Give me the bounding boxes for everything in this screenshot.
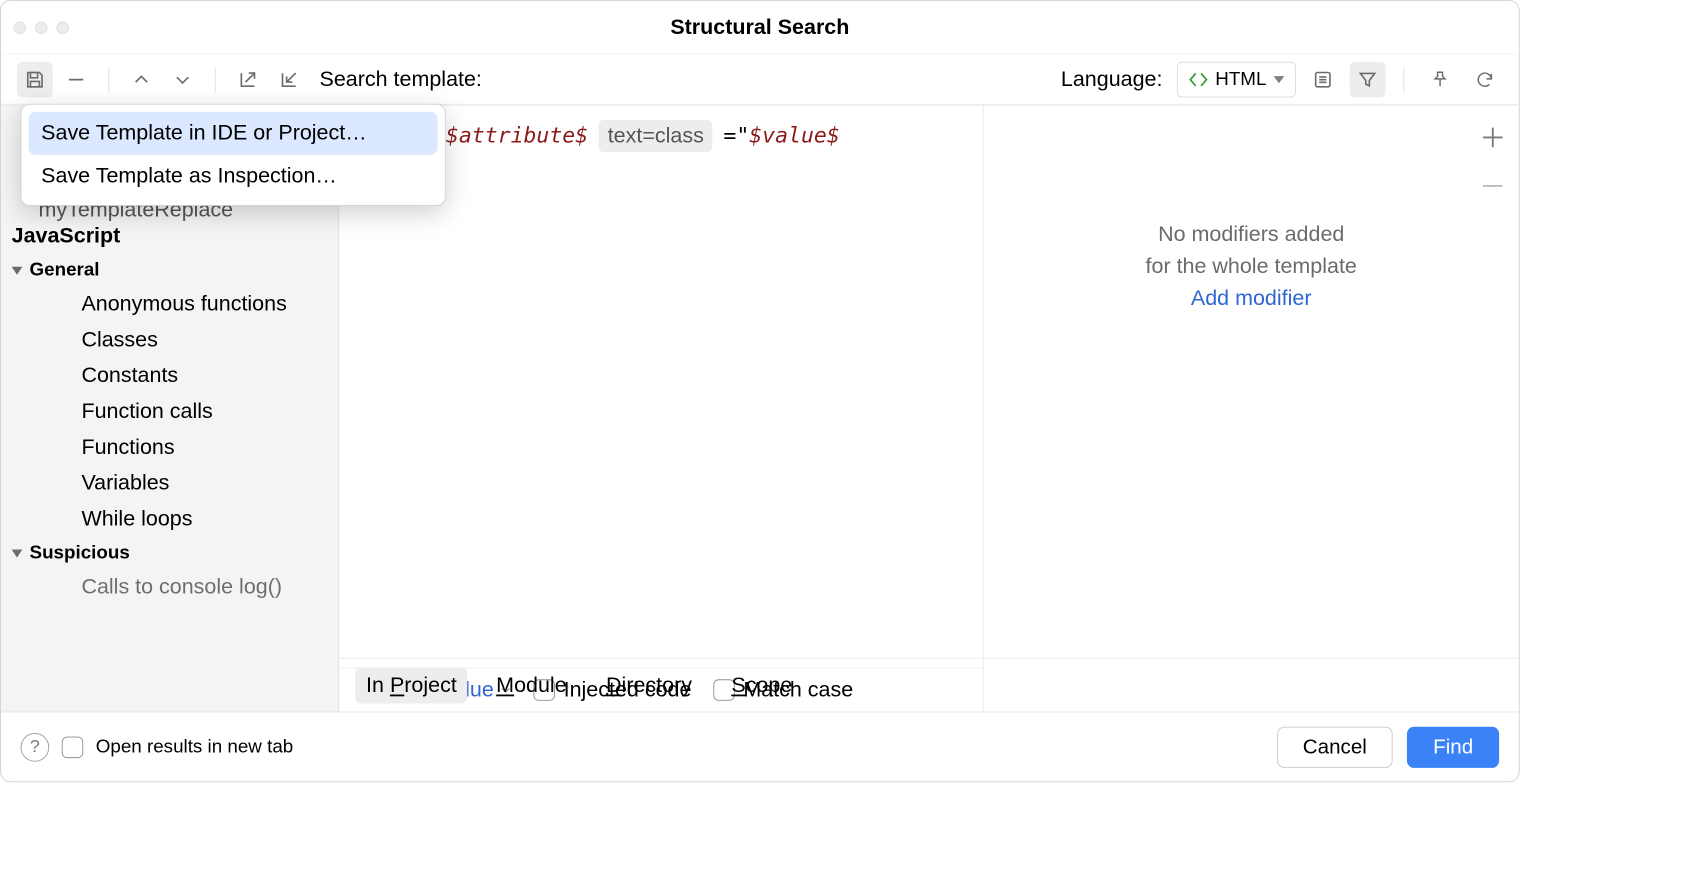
menu-save-as-inspection[interactable]: Save Template as Inspection…	[29, 155, 438, 198]
open-new-tab-label: Open results in new tab	[96, 736, 293, 757]
scope-tab-module[interactable]: Module	[485, 667, 577, 703]
group-label: General	[30, 260, 100, 281]
toolbar-separator	[1403, 67, 1404, 92]
zoom-window-button[interactable]	[56, 21, 69, 34]
token-chip[interactable]: text=class	[599, 120, 713, 152]
pop-in-icon	[279, 69, 299, 89]
chevron-down-icon	[12, 549, 23, 557]
find-button[interactable]: Find	[1407, 726, 1499, 767]
save-icon	[24, 68, 45, 89]
scope-tab-in-project[interactable]: In Project	[355, 667, 467, 703]
footer: ? Open results in new tab Cancel Find	[1, 712, 1519, 782]
variable-attribute[interactable]: $attribute$	[446, 123, 588, 148]
pop-in-button[interactable]	[271, 61, 307, 97]
menu-save-in-ide-or-project[interactable]: Save Template in IDE or Project…	[29, 112, 438, 155]
group-label: Suspicious	[30, 542, 130, 563]
remove-modifier-button[interactable]: －	[1479, 165, 1506, 204]
scope-tab-directory[interactable]: Directory	[595, 667, 702, 703]
modifiers-panel: ＋ － No modifiers added for the whole tem…	[984, 106, 1519, 712]
help-button[interactable]: ?	[21, 733, 50, 762]
list-view-button[interactable]	[1305, 61, 1341, 97]
template-item-constants[interactable]: Constants	[1, 358, 338, 394]
group-general[interactable]: General	[1, 254, 338, 286]
refresh-icon	[1475, 69, 1495, 89]
template-item-functions[interactable]: Functions	[1, 430, 338, 466]
remove-template-button[interactable]	[58, 61, 94, 97]
cancel-button[interactable]: Cancel	[1277, 726, 1393, 767]
search-template-label: Search template:	[320, 67, 482, 92]
minimize-window-button[interactable]	[35, 21, 48, 34]
chevron-down-icon	[12, 266, 23, 274]
chevron-down-icon	[1274, 76, 1285, 83]
nav-up-button[interactable]	[124, 61, 160, 97]
filter-button[interactable]	[1350, 61, 1386, 97]
pop-out-icon	[238, 69, 258, 89]
save-template-button[interactable]	[17, 61, 53, 97]
pin-button[interactable]	[1422, 61, 1458, 97]
scope-tabs: In Project Module Directory Scope	[339, 658, 1519, 712]
titlebar: Structural Search	[1, 1, 1519, 55]
template-item-function-calls[interactable]: Function calls	[1, 394, 338, 430]
language-value: HTML	[1215, 68, 1266, 89]
language-label: Language:	[1061, 67, 1163, 92]
chevron-up-icon	[132, 69, 152, 89]
toolbar-separator	[108, 67, 109, 92]
question-icon: ?	[30, 737, 40, 758]
open-new-tab-checkbox[interactable]	[62, 736, 83, 757]
chevron-down-icon	[173, 69, 193, 89]
minus-icon	[65, 68, 86, 89]
window-title: Structural Search	[1, 15, 1519, 40]
add-modifier-link[interactable]: Add modifier	[1191, 286, 1312, 311]
structural-search-window: Structural Search Search	[0, 0, 1520, 782]
template-item-while-loops[interactable]: While loops	[1, 501, 338, 537]
template-item-classes[interactable]: Classes	[1, 322, 338, 358]
template-item-anonymous-functions[interactable]: Anonymous functions	[1, 286, 338, 322]
no-modifiers-line1: No modifiers added	[1158, 222, 1344, 247]
template-item-console-log[interactable]: Calls to console log()	[1, 569, 338, 605]
toolbar-separator	[215, 67, 216, 92]
list-icon	[1312, 68, 1333, 89]
html-tag-icon	[1188, 71, 1208, 87]
scope-tab-scope[interactable]: Scope	[721, 667, 803, 703]
refresh-button[interactable]	[1467, 61, 1503, 97]
variable-value[interactable]: $value$	[749, 123, 840, 148]
close-window-button[interactable]	[13, 21, 26, 34]
no-modifiers-line2: for the whole template	[1146, 254, 1357, 279]
pop-out-button[interactable]	[230, 61, 266, 97]
code-text: ="	[723, 123, 749, 148]
pin-icon	[1430, 69, 1450, 89]
toolbar: Search template: Language: HTML	[1, 55, 1519, 105]
filter-icon	[1357, 68, 1378, 89]
save-template-menu: Save Template in IDE or Project… Save Te…	[21, 104, 446, 206]
group-suspicious[interactable]: Suspicious	[1, 537, 338, 569]
language-dropdown[interactable]: HTML	[1177, 61, 1296, 97]
template-item-variables[interactable]: Variables	[1, 465, 338, 501]
traffic-lights	[13, 21, 68, 34]
add-modifier-button[interactable]: ＋	[1479, 116, 1506, 155]
nav-down-button[interactable]	[165, 61, 201, 97]
